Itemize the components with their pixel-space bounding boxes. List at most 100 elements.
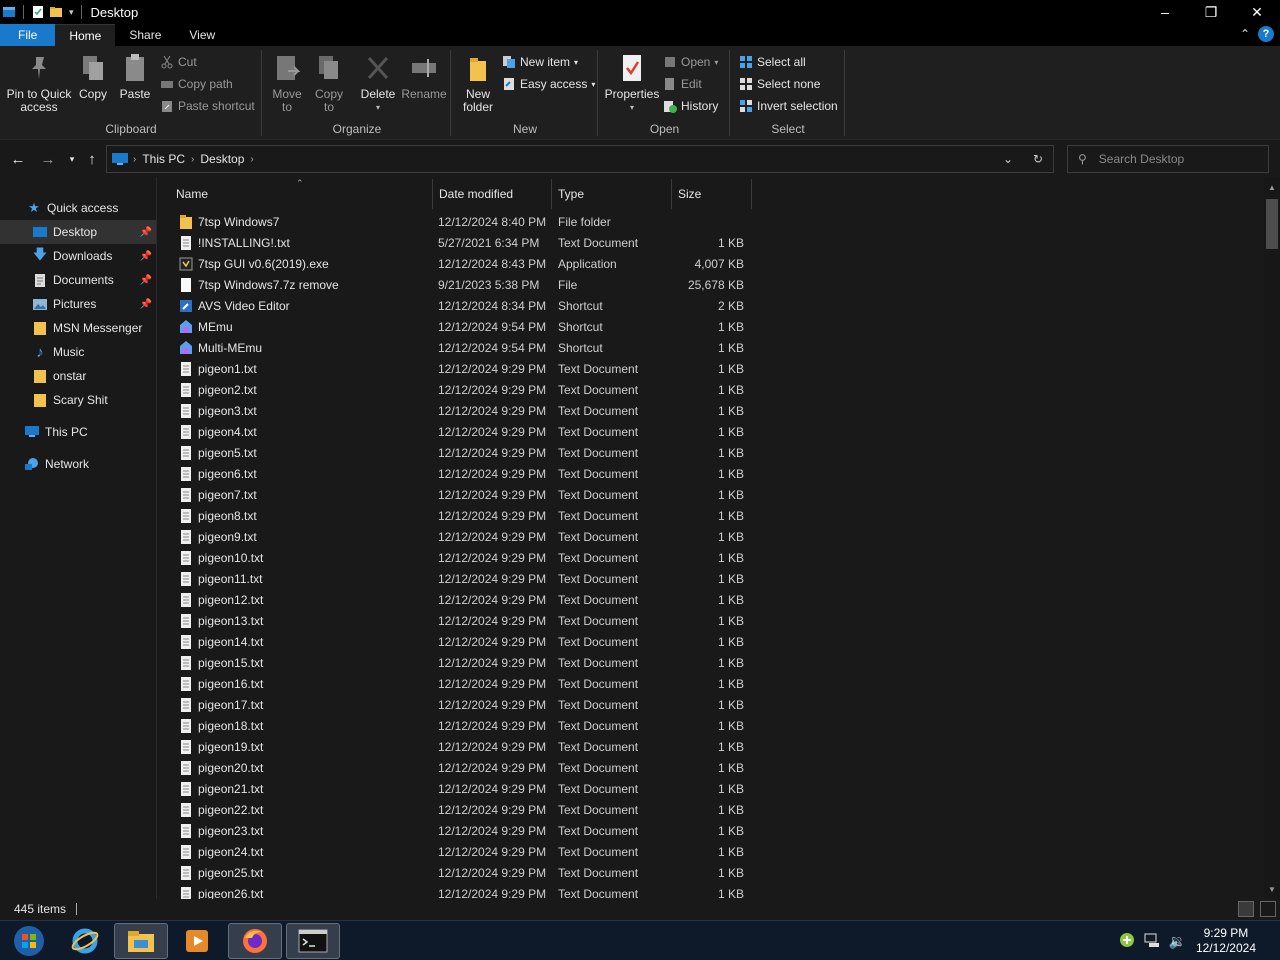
- select-none-button[interactable]: Select none: [739, 74, 820, 94]
- file-row[interactable]: pigeon5.txt 12/12/2024 9:29 PM Text Docume…: [158, 443, 758, 464]
- easy-access-button[interactable]: Easy access ▾: [502, 74, 595, 94]
- file-row[interactable]: pigeon1.txt 12/12/2024 9:29 PM Text Docume…: [158, 359, 758, 380]
- address-bar[interactable]: › This PC › Desktop › ⌄ ↻: [106, 145, 1054, 173]
- file-row[interactable]: pigeon26.txt 12/12/2024 9:29 PM Text Docum…: [158, 884, 758, 899]
- paste-shortcut-button[interactable]: Paste shortcut: [160, 96, 255, 116]
- nav-music[interactable]: ♪ Music: [0, 340, 156, 364]
- scrollbar-thumb[interactable]: [1266, 199, 1278, 249]
- tab-view[interactable]: View: [175, 24, 229, 46]
- scroll-up-icon[interactable]: ▲: [1264, 179, 1280, 195]
- nav-quick-access[interactable]: ★ Quick access: [0, 196, 156, 220]
- file-row[interactable]: MEmu 12/12/2024 9:54 PM Shortcut 1 KB: [158, 317, 758, 338]
- forward-button[interactable]: →: [38, 149, 58, 169]
- properties-button[interactable]: Properties ▾: [603, 52, 661, 114]
- nav-network[interactable]: Network: [0, 452, 156, 476]
- vertical-scrollbar[interactable]: ▲ ▼: [1264, 177, 1280, 899]
- file-row[interactable]: pigeon8.txt 12/12/2024 9:29 PM Text Docume…: [158, 506, 758, 527]
- pin-to-quick-access-button[interactable]: Pin to Quick access: [6, 52, 72, 114]
- nav-scary-shit[interactable]: Scary Shit: [0, 388, 156, 412]
- file-row[interactable]: pigeon23.txt 12/12/2024 9:29 PM Text Docum…: [158, 821, 758, 842]
- back-button[interactable]: ←: [8, 149, 28, 169]
- file-row[interactable]: pigeon19.txt 12/12/2024 9:29 PM Text Docum…: [158, 737, 758, 758]
- breadcrumb-desktop[interactable]: Desktop: [200, 152, 244, 166]
- taskbar-firefox[interactable]: [228, 923, 282, 959]
- scroll-down-icon[interactable]: ▼: [1264, 881, 1280, 897]
- file-row[interactable]: pigeon20.txt 12/12/2024 9:29 PM Text Docum…: [158, 758, 758, 779]
- rename-button[interactable]: Rename: [401, 52, 447, 101]
- taskbar-file-explorer[interactable]: [114, 923, 168, 959]
- file-row[interactable]: pigeon18.txt 12/12/2024 9:29 PM Text Docum…: [158, 716, 758, 737]
- file-row[interactable]: pigeon3.txt 12/12/2024 9:29 PM Text Docume…: [158, 401, 758, 422]
- open-button[interactable]: Open ▾: [663, 52, 718, 72]
- file-row[interactable]: pigeon16.txt 12/12/2024 9:29 PM Text Docum…: [158, 674, 758, 695]
- file-row[interactable]: pigeon21.txt 12/12/2024 9:29 PM Text Docum…: [158, 779, 758, 800]
- refresh-button[interactable]: ↻: [1023, 146, 1053, 172]
- up-button[interactable]: ↑: [82, 149, 102, 169]
- edit-button[interactable]: Edit: [663, 74, 702, 94]
- new-folder-icon[interactable]: [49, 5, 63, 19]
- copy-path-button[interactable]: Copy path: [160, 74, 233, 94]
- file-row[interactable]: pigeon7.txt 12/12/2024 9:29 PM Text Docume…: [158, 485, 758, 506]
- nav-documents[interactable]: Documents 📌: [0, 268, 156, 292]
- details-view-button[interactable]: [1238, 901, 1254, 917]
- close-button[interactable]: ✕: [1234, 0, 1280, 24]
- column-header-size[interactable]: Size: [672, 179, 752, 209]
- file-row[interactable]: 7tsp Windows7 12/12/2024 8:40 PM File fold…: [158, 212, 758, 233]
- properties-icon[interactable]: [31, 5, 45, 19]
- file-row[interactable]: !INSTALLING!.txt 5/27/2021 6:34 PM Text Do…: [158, 233, 758, 254]
- nav-msn-messenger[interactable]: MSN Messenger: [0, 316, 156, 340]
- update-notification-icon[interactable]: [1119, 932, 1135, 951]
- minimize-button[interactable]: –: [1142, 0, 1188, 24]
- new-folder-button[interactable]: New folder: [458, 52, 498, 114]
- file-row[interactable]: pigeon4.txt 12/12/2024 9:29 PM Text Docume…: [158, 422, 758, 443]
- file-row[interactable]: pigeon9.txt 12/12/2024 9:29 PM Text Docume…: [158, 527, 758, 548]
- file-row[interactable]: pigeon15.txt 12/12/2024 9:29 PM Text Docum…: [158, 653, 758, 674]
- network-tray-icon[interactable]: [1143, 932, 1161, 951]
- recent-locations-button[interactable]: ▾: [62, 149, 82, 169]
- file-row[interactable]: pigeon11.txt 12/12/2024 9:29 PM Text Docum…: [158, 569, 758, 590]
- taskbar-command-prompt[interactable]: [286, 923, 340, 959]
- tab-home[interactable]: Home: [55, 24, 116, 46]
- cut-button[interactable]: Cut: [160, 52, 197, 72]
- file-row[interactable]: pigeon14.txt 12/12/2024 9:29 PM Text Docum…: [158, 632, 758, 653]
- file-row[interactable]: pigeon13.txt 12/12/2024 9:29 PM Text Docum…: [158, 611, 758, 632]
- file-row[interactable]: Multi-MEmu 12/12/2024 9:54 PM Shortcut 1 KB: [158, 338, 758, 359]
- column-header-type[interactable]: Type: [552, 179, 672, 209]
- file-row[interactable]: pigeon25.txt 12/12/2024 9:29 PM Text Docum…: [158, 863, 758, 884]
- copy-to-button[interactable]: Copy to: [311, 52, 347, 114]
- explorer-window-icon[interactable]: [2, 5, 16, 19]
- copy-button[interactable]: Copy: [76, 52, 110, 101]
- file-row[interactable]: pigeon2.txt 12/12/2024 9:29 PM Text Docume…: [158, 380, 758, 401]
- address-history-button[interactable]: ⌄: [993, 146, 1023, 172]
- file-row[interactable]: 7tsp Windows7.7z remove 9/21/2023 5:38 PM…: [158, 275, 758, 296]
- file-row[interactable]: pigeon17.txt 12/12/2024 9:29 PM Text Docum…: [158, 695, 758, 716]
- paste-button[interactable]: Paste: [118, 52, 152, 101]
- tab-share[interactable]: Share: [115, 24, 175, 46]
- move-to-button[interactable]: Move to: [269, 52, 305, 114]
- nav-this-pc[interactable]: This PC: [0, 420, 156, 444]
- breadcrumb-this-pc[interactable]: This PC: [142, 152, 185, 166]
- file-row[interactable]: pigeon22.txt 12/12/2024 9:29 PM Text Docum…: [158, 800, 758, 821]
- invert-selection-button[interactable]: Invert selection: [739, 96, 838, 116]
- file-row[interactable]: pigeon10.txt 12/12/2024 9:29 PM Text Docum…: [158, 548, 758, 569]
- taskbar-media-player[interactable]: [170, 923, 224, 959]
- large-icons-view-button[interactable]: [1260, 901, 1276, 917]
- volume-icon[interactable]: 🔉: [1169, 933, 1186, 950]
- nav-downloads[interactable]: 🡇 Downloads 📌: [0, 244, 156, 268]
- file-row[interactable]: pigeon6.txt 12/12/2024 9:29 PM Text Docume…: [158, 464, 758, 485]
- delete-button[interactable]: Delete ▾: [359, 52, 397, 114]
- start-button[interactable]: [2, 923, 56, 959]
- help-icon[interactable]: ?: [1258, 26, 1274, 42]
- search-input[interactable]: [1098, 152, 1249, 166]
- maximize-button[interactable]: ❐: [1188, 0, 1234, 24]
- file-row[interactable]: 7tsp GUI v0.6(2019).exe 12/12/2024 8:43 P…: [158, 254, 758, 275]
- nav-desktop[interactable]: Desktop 📌: [0, 220, 156, 244]
- nav-pictures[interactable]: Pictures 📌: [0, 292, 156, 316]
- customize-qat-icon[interactable]: ▾: [69, 7, 74, 18]
- taskbar-internet-explorer[interactable]: [58, 923, 112, 959]
- select-all-button[interactable]: Select all: [739, 52, 806, 72]
- collapse-ribbon-icon[interactable]: ⌃: [1240, 27, 1250, 41]
- history-button[interactable]: History: [663, 96, 718, 116]
- clock[interactable]: 9:29 PM 12/12/2024: [1186, 926, 1280, 956]
- nav-onstar[interactable]: onstar: [0, 364, 156, 388]
